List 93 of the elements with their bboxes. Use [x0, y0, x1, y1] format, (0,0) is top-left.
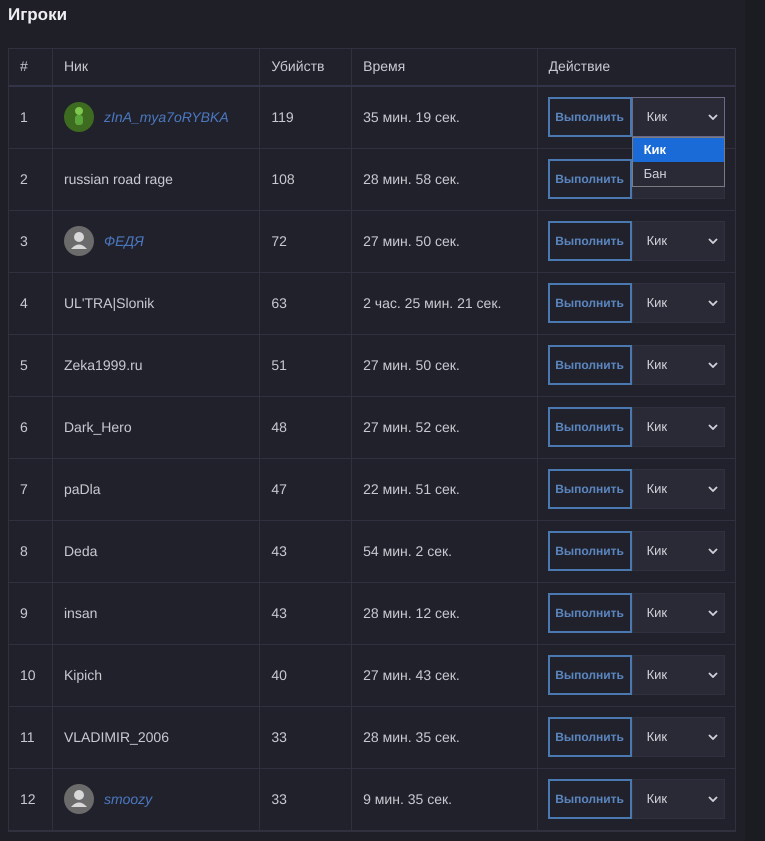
execute-button[interactable]: Выполнить — [548, 221, 632, 261]
execute-button[interactable]: Выполнить — [548, 593, 632, 633]
chevron-down-icon — [708, 672, 718, 678]
avatar-icon — [64, 784, 94, 814]
player-link[interactable]: zInA_mya7oRYBKA — [104, 106, 229, 128]
player-name: UL'TRA|Slonik — [64, 294, 154, 313]
column-header: Ник — [64, 57, 88, 76]
table-cell-text: 4 — [20, 294, 28, 312]
table-cell-text: 43 — [271, 604, 287, 622]
table-cell-text: 27 мин. 50 сек. — [363, 232, 460, 250]
player-link[interactable]: ФЕДЯ — [104, 230, 144, 252]
table-cell-text: 63 — [271, 294, 287, 312]
table-cell-text: 22 мин. 51 сек. — [363, 480, 460, 498]
dropdown-option[interactable]: Кик — [632, 138, 724, 162]
player-name: VLADIMIR_2006 — [64, 728, 169, 747]
table-cell-text: 35 мин. 19 сек. — [363, 108, 460, 126]
player-name: russian road rage — [64, 170, 173, 189]
action-select[interactable]: Кик — [632, 655, 725, 695]
table-cell-text: 72 — [271, 232, 287, 250]
table-cell-text: 11 — [20, 728, 35, 746]
chevron-down-icon — [708, 610, 718, 616]
chevron-down-icon — [708, 114, 718, 120]
execute-button[interactable]: Выполнить — [548, 407, 632, 447]
table-cell-text: 8 — [20, 542, 28, 560]
table-cell-text: 28 мин. 58 сек. — [363, 170, 460, 188]
action-select[interactable]: Кик — [632, 283, 725, 323]
table-cell-text: 2 час. 25 мин. 21 сек. — [363, 294, 502, 312]
table-cell-text: 33 — [271, 728, 287, 746]
table-cell-text: 28 мин. 35 сек. — [363, 728, 460, 746]
action-select[interactable]: Кик — [632, 97, 725, 137]
table-cell-text: 119 — [271, 108, 294, 126]
avatar-icon — [64, 102, 94, 132]
execute-button[interactable]: Выполнить — [548, 779, 632, 819]
execute-button[interactable]: Выполнить — [548, 283, 632, 323]
player-name: Deda — [64, 542, 98, 560]
table-cell-text: 54 мин. 2 сек. — [363, 542, 452, 560]
table-cell-text: 28 мин. 12 сек. — [363, 604, 460, 622]
execute-button[interactable]: Выполнить — [548, 97, 632, 137]
table-cell-text: 40 — [271, 666, 287, 684]
table-cell-text: 2 — [20, 170, 28, 188]
execute-button[interactable]: Выполнить — [548, 717, 632, 757]
table-cell-text: 27 мин. 43 сек. — [363, 666, 460, 684]
execute-button[interactable]: Выполнить — [548, 469, 632, 509]
execute-button[interactable]: Выполнить — [548, 159, 632, 199]
table-cell-text: 12 — [20, 790, 36, 808]
chevron-down-icon — [708, 424, 718, 430]
table-cell-text: 5 — [20, 356, 28, 374]
chevron-down-icon — [708, 796, 718, 802]
execute-button[interactable]: Выполнить — [548, 531, 632, 571]
player-name: paDla — [64, 480, 101, 499]
table-cell-text: 3 — [20, 232, 28, 250]
avatar-icon — [64, 226, 94, 256]
action-select[interactable]: Кик — [632, 469, 725, 509]
chevron-down-icon — [708, 362, 718, 368]
column-header: Время — [363, 57, 406, 76]
player-name: Zeka1999.ru — [64, 356, 143, 374]
table-cell-text: 9 — [20, 604, 28, 622]
chevron-down-icon — [708, 238, 718, 244]
table-cell-text: 108 — [271, 170, 295, 188]
action-select[interactable]: Кик — [632, 717, 725, 757]
table-cell-text: 10 — [20, 666, 36, 684]
action-select[interactable]: Кик — [632, 345, 725, 385]
chevron-down-icon — [708, 734, 718, 740]
table-cell-text: 51 — [271, 356, 287, 374]
action-select[interactable]: Кик — [632, 593, 725, 633]
column-header: Действие — [548, 57, 610, 76]
player-name: Kipich — [64, 666, 102, 685]
table-cell-text: 27 мин. 50 сек. — [363, 356, 460, 374]
player-link[interactable]: smoozy — [104, 788, 152, 810]
table-cell-text: 47 — [271, 480, 287, 498]
column-header: Убийств — [271, 57, 324, 76]
player-name: Dark_Hero — [64, 418, 132, 437]
chevron-down-icon — [708, 548, 718, 554]
action-select[interactable]: Кик — [632, 531, 725, 571]
chevron-down-icon — [708, 486, 718, 492]
action-select[interactable]: Кик — [632, 779, 725, 819]
execute-button[interactable]: Выполнить — [548, 345, 632, 385]
action-select[interactable]: Кик — [632, 407, 725, 447]
table-cell-text: 33 — [271, 790, 287, 808]
table-cell-text: 9 мин. 35 сек. — [363, 790, 452, 808]
column-header: # — [20, 57, 28, 76]
chevron-down-icon — [708, 300, 718, 306]
table-cell-text: 48 — [271, 418, 287, 436]
table-cell-text: 43 — [271, 542, 287, 560]
table-cell-text: 7 — [20, 480, 28, 498]
dropdown-option[interactable]: Бан — [632, 162, 724, 186]
execute-button[interactable]: Выполнить — [548, 655, 632, 695]
table-cell-text: 6 — [20, 418, 28, 436]
action-select[interactable]: Кик — [632, 221, 725, 261]
player-name: insan — [64, 604, 98, 622]
page-title: Игроки — [8, 4, 68, 26]
table-cell-text: 27 мин. 52 сек. — [363, 418, 460, 436]
table-cell-text: 1 — [20, 108, 28, 126]
